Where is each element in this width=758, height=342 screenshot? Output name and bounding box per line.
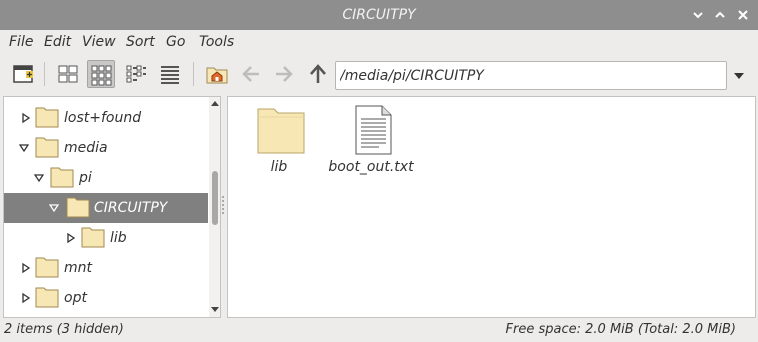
tree-item-media[interactable]: media bbox=[4, 133, 208, 163]
scrollbar-thumb[interactable] bbox=[212, 171, 218, 225]
title-bar: CIRCUITPY bbox=[0, 0, 758, 30]
tree-item-label: lost+found bbox=[64, 110, 142, 126]
icon-view-icon bbox=[91, 65, 112, 86]
tree-item-label: pi bbox=[79, 170, 92, 186]
tree-scrollbar[interactable] bbox=[209, 97, 220, 317]
menu-file[interactable]: File bbox=[9, 34, 33, 50]
menu-sort[interactable]: Sort bbox=[126, 34, 155, 50]
file-item-boot-out[interactable]: boot_out.txt bbox=[326, 105, 416, 185]
folder-icon bbox=[257, 108, 305, 154]
free-space-status: Free space: 2.0 MiB (Total: 2.0 MiB) bbox=[505, 322, 736, 337]
view-compact-button[interactable] bbox=[122, 60, 150, 88]
tree-item-lost-found[interactable]: lost+found bbox=[4, 103, 208, 133]
home-folder-icon bbox=[206, 67, 228, 84]
menu-tools[interactable]: Tools bbox=[199, 34, 234, 50]
up-arrow-icon bbox=[310, 64, 326, 83]
home-button[interactable] bbox=[203, 60, 231, 88]
compact-view-icon bbox=[126, 65, 146, 83]
minimize-icon bbox=[693, 12, 703, 19]
back-arrow-icon bbox=[242, 66, 259, 82]
folder-icon bbox=[35, 107, 59, 128]
close-icon bbox=[738, 10, 748, 20]
tree-item-label: CIRCUITPY bbox=[94, 200, 168, 216]
path-input[interactable] bbox=[336, 62, 716, 89]
close-button[interactable] bbox=[733, 5, 753, 25]
expander-collapsed-icon bbox=[22, 113, 31, 123]
folder-icon bbox=[66, 197, 90, 218]
forward-arrow-icon bbox=[276, 66, 293, 82]
expander-expanded-icon bbox=[34, 174, 44, 183]
minimize-button[interactable] bbox=[688, 5, 708, 25]
item-count-status: 2 items (3 hidden) bbox=[4, 322, 124, 337]
new-window-button[interactable] bbox=[9, 60, 37, 88]
expander-expanded-icon bbox=[49, 204, 59, 213]
file-name: boot_out.txt bbox=[328, 159, 414, 175]
tree-item-mnt[interactable]: mnt bbox=[4, 253, 208, 283]
path-history-dropdown[interactable] bbox=[732, 70, 746, 80]
tree-item-label: opt bbox=[64, 290, 87, 306]
folder-icon bbox=[81, 227, 105, 248]
directory-tree: lost+found media pi CIRCUITPY lib mnt op… bbox=[3, 96, 221, 318]
window-title: CIRCUITPY bbox=[342, 7, 416, 23]
up-button[interactable] bbox=[304, 60, 332, 88]
maximize-icon bbox=[715, 11, 725, 18]
path-bar[interactable] bbox=[335, 61, 727, 90]
forward-button[interactable] bbox=[270, 60, 298, 88]
tree-item-label: media bbox=[64, 140, 108, 156]
view-icon-button[interactable] bbox=[87, 60, 115, 88]
back-button[interactable] bbox=[237, 60, 265, 88]
tree-item-lib[interactable]: lib bbox=[4, 223, 208, 253]
tree-item-label: mnt bbox=[64, 260, 92, 276]
tree-item-label: lib bbox=[110, 230, 127, 246]
chevron-down-icon bbox=[734, 73, 744, 79]
view-list-button[interactable] bbox=[156, 60, 184, 88]
expander-collapsed-icon bbox=[22, 263, 31, 273]
expander-collapsed-icon bbox=[22, 293, 31, 303]
tree-item-circuitpy[interactable]: CIRCUITPY bbox=[4, 193, 208, 223]
view-thumbnail-button[interactable] bbox=[54, 60, 82, 88]
thumbnail-view-icon bbox=[58, 65, 78, 83]
text-file-icon bbox=[355, 105, 392, 155]
scroll-down-icon bbox=[211, 307, 219, 312]
expander-collapsed-icon bbox=[67, 233, 76, 243]
menu-view[interactable]: View bbox=[82, 34, 116, 50]
maximize-button[interactable] bbox=[710, 5, 730, 25]
folder-icon bbox=[35, 137, 59, 158]
folder-icon bbox=[50, 167, 74, 188]
file-name: lib bbox=[270, 159, 288, 175]
expander-expanded-icon bbox=[19, 144, 29, 153]
scroll-up-icon bbox=[211, 101, 219, 106]
menu-bar: File Edit View Sort Go Tools bbox=[0, 30, 758, 54]
new-window-icon bbox=[13, 65, 33, 83]
menu-go[interactable]: Go bbox=[166, 34, 185, 50]
file-item-lib[interactable]: lib bbox=[234, 105, 324, 185]
menu-edit[interactable]: Edit bbox=[44, 34, 71, 50]
tree-item-opt[interactable]: opt bbox=[4, 283, 208, 313]
tree-item-pi[interactable]: pi bbox=[4, 163, 208, 193]
status-bar: 2 items (3 hidden) Free space: 2.0 MiB (… bbox=[0, 320, 758, 342]
folder-icon bbox=[35, 257, 59, 278]
folder-icon bbox=[35, 287, 59, 308]
list-view-icon bbox=[161, 66, 179, 84]
file-view: lib boot_out.txt bbox=[227, 96, 756, 318]
